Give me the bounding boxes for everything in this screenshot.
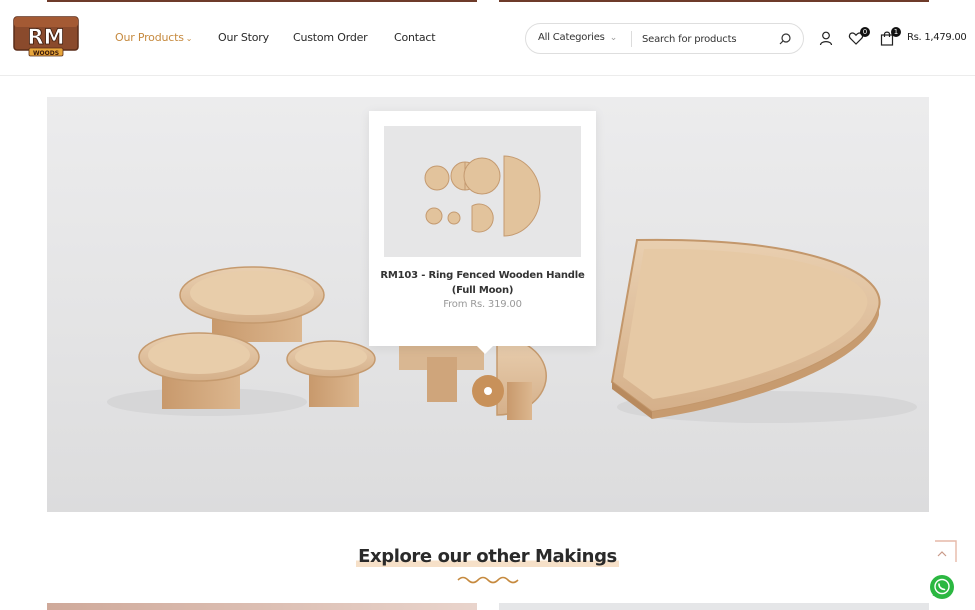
product-hotspot-popup[interactable]: RM103 - Ring Fenced Wooden Handle (Full … — [369, 111, 596, 346]
chevron-down-icon: ⌄ — [185, 34, 193, 43]
category-select[interactable]: All Categories ⌄ — [538, 32, 617, 43]
wishlist-count-badge: 0 — [860, 27, 870, 37]
category-label: All Categories — [538, 32, 605, 43]
nav-label: Our Products — [115, 31, 184, 44]
search-icon — [779, 33, 791, 45]
collection-card-left[interactable] — [47, 603, 477, 610]
site-header: RM WOODS Our Products ⌄ Our Story Custom … — [0, 0, 975, 76]
cart-count-badge: 1 — [891, 27, 901, 37]
product-title[interactable]: RM103 - Ring Fenced Wooden Handle (Full … — [379, 268, 586, 298]
logo-subtext: WOODS — [33, 50, 59, 57]
nav-our-products[interactable]: Our Products ⌄ — [115, 31, 192, 44]
nav-custom-order[interactable]: Custom Order — [293, 31, 368, 44]
logo-text: RM — [27, 25, 64, 49]
search-divider — [631, 31, 632, 47]
product-thumbnail[interactable] — [384, 126, 581, 257]
nav-our-story[interactable]: Our Story — [218, 31, 269, 44]
product-price: From Rs. 319.00 — [443, 299, 522, 310]
section-title: Explore our other Makings — [0, 546, 975, 567]
search-bar: All Categories ⌄ — [525, 23, 804, 54]
account-button[interactable] — [818, 30, 834, 46]
search-button[interactable] — [777, 31, 793, 47]
chevron-down-icon: ⌄ — [609, 33, 618, 43]
product-image — [384, 126, 581, 257]
section-title-text: Explore our other Makings — [356, 546, 619, 567]
popup-pointer — [476, 345, 494, 354]
user-icon — [819, 31, 833, 46]
product-hotspot[interactable] — [472, 375, 504, 407]
whatsapp-icon — [930, 575, 954, 599]
arrow-up-icon — [935, 540, 957, 562]
collection-card-right[interactable] — [499, 603, 929, 610]
nav-contact[interactable]: Contact — [394, 31, 436, 44]
title-squiggle-decoration — [457, 576, 519, 584]
logo[interactable]: RM WOODS — [12, 15, 80, 58]
cart-total[interactable]: Rs. 1,479.00 — [907, 32, 967, 43]
whatsapp-button[interactable] — [929, 574, 955, 600]
scroll-to-top-button[interactable] — [929, 540, 957, 568]
search-input[interactable] — [642, 30, 772, 48]
